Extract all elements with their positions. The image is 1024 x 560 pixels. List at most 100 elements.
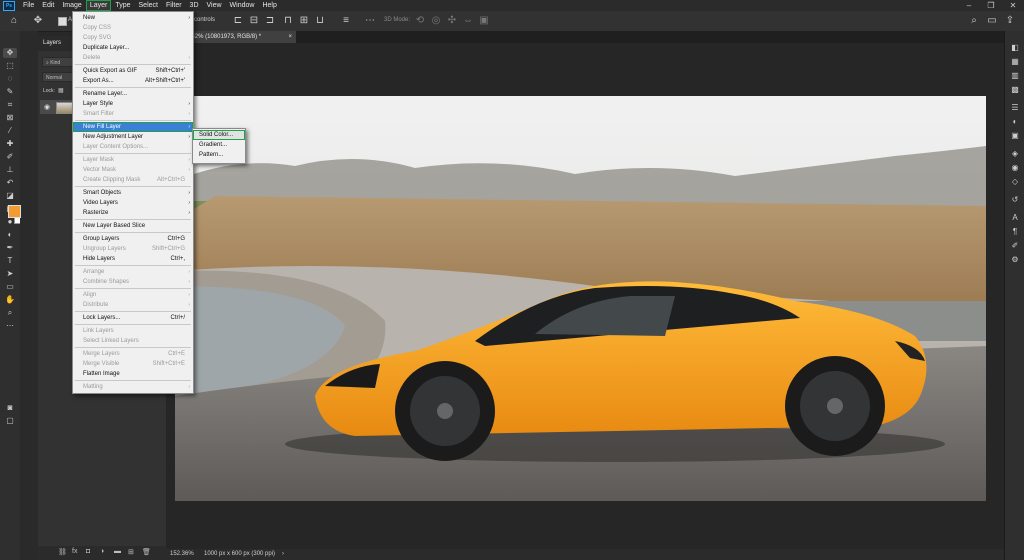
history-brush-tool-icon[interactable]: ↶ <box>3 178 17 188</box>
patterns-panel-icon[interactable]: ▩ <box>1009 85 1021 95</box>
menu-item-new-adjustment-layer[interactable]: New Adjustment Layer › <box>73 132 193 142</box>
menu-item-group-layers[interactable]: Group Layers Ctrl+G <box>73 234 193 244</box>
3d-roll-icon[interactable]: ◎ <box>430 15 442 27</box>
new-layer-icon[interactable]: ⊞ <box>128 548 134 556</box>
foreground-color-swatch[interactable] <box>8 205 21 218</box>
submenu-item-gradient[interactable]: Gradient... <box>193 140 245 150</box>
menu-item-smart-objects[interactable]: Smart Objects › <box>73 188 193 198</box>
libraries-panel-icon[interactable]: ▣ <box>1009 131 1021 141</box>
align-bottom-icon[interactable]: ⊔ <box>314 15 326 27</box>
menu-item-new-layer-based-slice[interactable]: New Layer Based Slice <box>73 221 193 231</box>
add-mask-icon[interactable]: ◘ <box>86 548 90 555</box>
menu-item-new[interactable]: New › <box>73 13 193 23</box>
menu-3d[interactable]: 3D <box>186 0 203 11</box>
menu-item-create-clipping-mask[interactable]: Create Clipping Mask Alt+Ctrl+G <box>73 175 193 185</box>
menu-type[interactable]: Type <box>111 0 134 11</box>
menu-item-hide-layers[interactable]: Hide Layers Ctrl+, <box>73 254 193 264</box>
align-top-icon[interactable]: ⊓ <box>282 15 294 27</box>
align-right-icon[interactable]: ⊐ <box>264 15 276 27</box>
visibility-eye-icon[interactable]: ◉ <box>44 103 50 111</box>
menu-item-ungroup-layers[interactable]: Ungroup Layers Shift+Ctrl+G <box>73 244 193 254</box>
menu-item-quick-export-as-gif[interactable]: Quick Export as GIF Shift+Ctrl+' <box>73 66 193 76</box>
character-panel-icon[interactable]: A <box>1009 213 1021 223</box>
close-window-button[interactable]: ✕ <box>1002 0 1024 11</box>
home-icon[interactable]: ⌂ <box>8 15 20 27</box>
crop-tool-icon[interactable]: ⌗ <box>3 100 17 110</box>
close-tab-icon[interactable]: × <box>288 31 292 43</box>
quick-select-tool-icon[interactable]: ✎ <box>3 87 17 97</box>
menu-item-select-linked-layers[interactable]: Select Linked Layers <box>73 336 193 346</box>
type-tool-icon[interactable]: T <box>3 256 17 266</box>
menu-item-combine-shapes[interactable]: Combine Shapes › <box>73 277 193 287</box>
menu-item-arrange[interactable]: Arrange › <box>73 267 193 277</box>
menu-item-matting[interactable]: Matting › <box>73 382 193 392</box>
tool-presets-icon[interactable]: ⚙ <box>1009 255 1021 265</box>
menu-item-flatten-image[interactable]: Flatten Image <box>73 369 193 379</box>
menu-item-layer-content-options[interactable]: Layer Content Options... <box>73 142 193 152</box>
3d-slide-icon[interactable]: ⇔ <box>462 15 474 27</box>
adjustments-panel-icon[interactable]: ◐ <box>1009 117 1021 127</box>
move-tool-icon[interactable]: ✥ <box>3 48 17 58</box>
menu-item-new-fill-layer[interactable]: New Fill Layer › <box>73 122 193 132</box>
menu-image[interactable]: Image <box>58 0 85 11</box>
menu-item-vector-mask[interactable]: Vector Mask › <box>73 165 193 175</box>
search-icon[interactable]: ⌕ <box>968 15 980 27</box>
3d-orbit-icon[interactable]: ⟲ <box>414 15 426 27</box>
menu-item-delete[interactable]: Delete › <box>73 53 193 63</box>
menu-item-layer-style[interactable]: Layer Style › <box>73 99 193 109</box>
align-middle-icon[interactable]: ⊞ <box>298 15 310 27</box>
menu-edit[interactable]: Edit <box>38 0 58 11</box>
restore-button[interactable]: ❐ <box>980 0 1002 11</box>
menu-layer[interactable]: Layer <box>85 0 112 11</box>
adjustment-layer-icon[interactable]: ◑ <box>100 548 104 555</box>
filter-kind-select[interactable]: ⌕ Kind <box>42 57 76 67</box>
distribute-icon[interactable]: ≡ <box>340 15 352 27</box>
auto-select-checkbox[interactable] <box>58 17 67 26</box>
dodge-tool-icon[interactable]: ◐ <box>3 230 17 240</box>
move-tool-icon[interactable]: ✥ <box>32 15 44 27</box>
clone-stamp-tool-icon[interactable]: ⊥ <box>3 165 17 175</box>
minimize-button[interactable]: – <box>958 0 980 11</box>
fx-icon[interactable]: fx <box>72 548 77 555</box>
menu-item-export-as[interactable]: Export As... Alt+Shift+Ctrl+' <box>73 76 193 86</box>
menu-item-rename-layer[interactable]: Rename Layer... <box>73 89 193 99</box>
history-panel-icon[interactable]: ↺ <box>1009 195 1021 205</box>
menu-item-copy-css[interactable]: Copy CSS <box>73 23 193 33</box>
workspace-icon[interactable]: ▭ <box>986 15 998 27</box>
lasso-tool-icon[interactable]: ◌ <box>3 74 17 84</box>
menu-item-align[interactable]: Align › <box>73 290 193 300</box>
layers-panel-icon[interactable]: ◈ <box>1009 149 1021 159</box>
gradients-panel-icon[interactable]: ▥ <box>1009 71 1021 81</box>
submenu-item-solid-color[interactable]: Solid Color... <box>193 130 245 140</box>
3d-pan-icon[interactable]: ✣ <box>446 15 458 27</box>
align-center-icon[interactable]: ⊟ <box>248 15 260 27</box>
screen-mode-icon[interactable]: ▢ <box>3 416 17 426</box>
menu-item-distribute[interactable]: Distribute › <box>73 300 193 310</box>
frame-tool-icon[interactable]: ⊠ <box>3 113 17 123</box>
menu-item-duplicate-layer[interactable]: Duplicate Layer... <box>73 43 193 53</box>
swatches-panel-icon[interactable]: ▦ <box>1009 57 1021 67</box>
healing-brush-tool-icon[interactable]: ✚ <box>3 139 17 149</box>
pen-tool-icon[interactable]: ✒ <box>3 243 17 253</box>
canvas-image[interactable] <box>175 96 986 501</box>
edit-toolbar-icon[interactable]: ⋯ <box>3 321 17 331</box>
more-options-icon[interactable]: ⋯ <box>364 15 376 27</box>
paths-panel-icon[interactable]: ◇ <box>1009 177 1021 187</box>
eyedropper-tool-icon[interactable]: ⁄ <box>3 126 17 136</box>
zoom-tool-icon[interactable]: ⌕ <box>3 308 17 318</box>
menu-item-copy-svg[interactable]: Copy SVG <box>73 33 193 43</box>
menu-view[interactable]: View <box>203 0 226 11</box>
submenu-item-pattern[interactable]: Pattern... <box>193 150 245 160</box>
lock-pixels-icon[interactable]: ▦ <box>58 87 64 94</box>
menu-item-layer-mask[interactable]: Layer Mask › <box>73 155 193 165</box>
menu-item-lock-layers[interactable]: Lock Layers... Ctrl+/ <box>73 313 193 323</box>
channels-panel-icon[interactable]: ◉ <box>1009 163 1021 173</box>
zoom-level[interactable]: 152.36% <box>170 549 194 560</box>
marquee-tool-icon[interactable]: ⬚ <box>3 61 17 71</box>
menu-item-smart-filter[interactable]: Smart Filter › <box>73 109 193 119</box>
path-select-tool-icon[interactable]: ➤ <box>3 269 17 279</box>
blend-mode-select[interactable]: Normal <box>42 72 76 82</box>
menu-filter[interactable]: Filter <box>162 0 186 11</box>
new-group-icon[interactable]: ▬ <box>114 548 121 555</box>
quick-mask-icon[interactable]: ◙ <box>3 403 17 413</box>
